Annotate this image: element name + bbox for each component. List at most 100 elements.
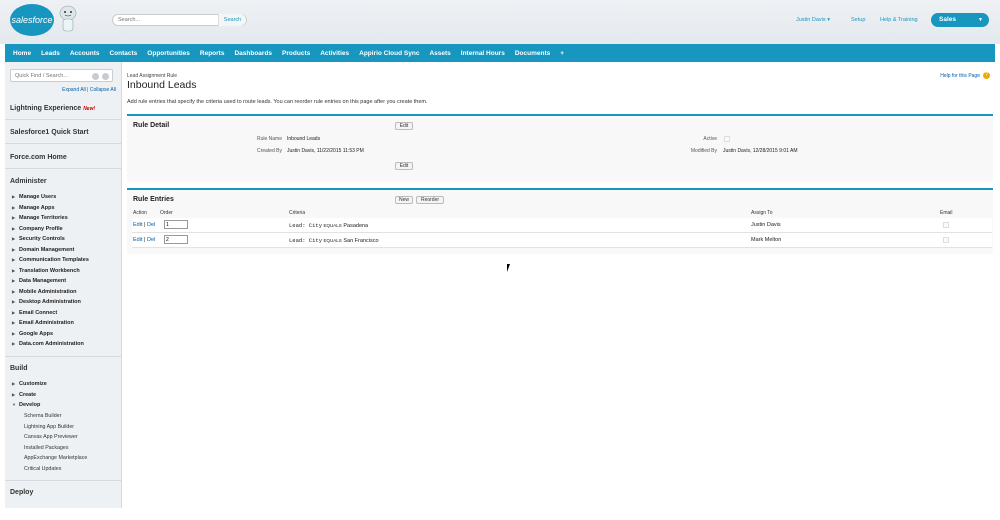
help-icon: ? (983, 72, 990, 79)
setup-link[interactable]: Setup (851, 17, 865, 23)
sidebar-item-customize[interactable]: ▶ Customize (12, 381, 47, 387)
created-by-user-link[interactable]: Justin Davis (287, 148, 314, 154)
tab-add-icon[interactable]: + (555, 50, 569, 57)
lightning-label: Lightning Experience (10, 105, 82, 112)
sidebar-item-label: Translation Workbench (19, 267, 80, 274)
divider (5, 480, 122, 481)
tab-assets[interactable]: Assets (424, 50, 455, 57)
sidebar-item-label: Company Profile (19, 225, 63, 232)
salesforce-logo[interactable]: salesforce (10, 4, 54, 36)
user-menu[interactable]: Justin Davis ▾ (796, 17, 830, 23)
app-name: Sales (939, 16, 956, 23)
modified-by-value: Justin Davis, 12/28/2015 9:01 AM (723, 148, 798, 154)
tab-products[interactable]: Products (277, 50, 315, 57)
expand-triangle-icon: ▶ (12, 246, 16, 252)
search-icon (92, 72, 99, 80)
sidebar-item-label: Security Controls (19, 236, 65, 242)
tab-reports[interactable]: Reports (195, 50, 230, 57)
tab-dashboards[interactable]: Dashboards (229, 50, 277, 57)
chevron-down-icon: ▾ (827, 17, 830, 23)
sidebar-subitem-schema-builder[interactable]: Schema Builder (24, 413, 61, 419)
deploy-heading[interactable]: Deploy (10, 489, 33, 496)
criteria-operator: EQUALS (323, 223, 342, 228)
tab-home[interactable]: Home (8, 50, 36, 57)
edit-link[interactable]: Edit (133, 222, 142, 228)
sidebar-item-manage-users[interactable]: ▶ Manage Users (12, 194, 56, 200)
sidebar-item-develop[interactable]: ▼ Develop (12, 402, 40, 408)
edit-button-bottom[interactable]: Edit (395, 162, 413, 170)
tab-bar: Home Leads Accounts Contacts Opportuniti… (5, 44, 995, 62)
edit-button[interactable]: Edit (395, 122, 413, 130)
expand-all-link[interactable]: Expand All (62, 87, 86, 93)
sidebar-subitem-installed-packages[interactable]: Installed Packages (24, 445, 68, 451)
created-by-label: Created By (256, 148, 282, 154)
sidebar-item-manage-territories[interactable]: ▶ Manage Territories (12, 215, 68, 221)
order-input[interactable] (164, 220, 188, 229)
salesforce1-quickstart-link[interactable]: Salesforce1 Quick Start (10, 129, 89, 136)
help-for-page[interactable]: Help for this Page? (940, 72, 990, 79)
sidebar-item-label: Email Connect (19, 309, 58, 316)
sidebar-item-label: Data.com Administration (19, 341, 84, 347)
global-search: Search (112, 14, 247, 26)
sidebar-item-data-com-administration[interactable]: ▶ Data.com Administration (12, 341, 84, 347)
table-row: Edit | Del Lead: City EQUALS San Francisc… (132, 233, 992, 248)
tab-leads[interactable]: Leads (36, 50, 65, 57)
assign-to-link[interactable]: Mark Melton (751, 237, 781, 243)
mouse-cursor-icon (507, 264, 513, 272)
sidebar-item-label: Customize (19, 381, 47, 387)
sidebar-item-desktop-administration[interactable]: ▶ Desktop Administration (12, 299, 81, 305)
sidebar-item-email-administration[interactable]: ▶ Email Administration (12, 320, 74, 326)
collapse-all-link[interactable]: Collapse All (90, 87, 116, 93)
sidebar-item-translation-workbench[interactable]: ▶ Translation Workbench (12, 268, 80, 274)
criteria-field: Lead: City (289, 222, 323, 229)
sidebar-item-domain-management[interactable]: ▶ Domain Management (12, 247, 74, 253)
sidebar-item-communication-templates[interactable]: ▶ Communication Templates (12, 257, 89, 263)
clear-icon[interactable] (102, 72, 109, 80)
help-training-link[interactable]: Help & Training (880, 17, 918, 23)
sidebar-item-security-controls[interactable]: ▶ Security Controls (12, 236, 65, 242)
del-link[interactable]: Del (147, 237, 155, 243)
sidebar-subitem-appexchange-marketplace[interactable]: AppExchange Marketplace (24, 455, 87, 461)
tab-documents[interactable]: Documents (510, 50, 555, 57)
column-header-order: Order (160, 210, 173, 216)
modified-by-user-link[interactable]: Justin Davis (723, 148, 750, 154)
column-header-criteria: Criteria (289, 210, 306, 216)
tab-internal-hours[interactable]: Internal Hours (456, 50, 510, 57)
sidebar-item-mobile-administration[interactable]: ▶ Mobile Administration (12, 289, 77, 295)
expand-triangle-icon: ▶ (12, 225, 16, 231)
assign-to-link[interactable]: Justin Davis (751, 222, 781, 228)
divider (5, 119, 122, 120)
new-badge: New! (83, 106, 96, 112)
help-link-label: Help for this Page (940, 72, 980, 79)
sidebar-item-create[interactable]: ▶ Create (12, 392, 36, 398)
forcecom-home-link[interactable]: Force.com Home (10, 154, 67, 161)
sidebar-subitem-lightning-app-builder[interactable]: Lightning App Builder (24, 424, 74, 430)
new-button[interactable]: New (395, 196, 413, 204)
sidebar-item-manage-apps[interactable]: ▶ Manage Apps (12, 205, 55, 211)
sidebar-item-label: Develop (19, 402, 41, 408)
rule-entries-heading: Rule Entries (133, 196, 174, 203)
sidebar-item-email-connect[interactable]: ▶ Email Connect (12, 310, 57, 316)
order-input[interactable] (164, 235, 188, 244)
search-button[interactable]: Search (218, 14, 246, 26)
quick-find-input[interactable] (15, 73, 90, 79)
del-link[interactable]: Del (147, 222, 155, 228)
sidebar-item-google-apps[interactable]: ▶ Google Apps (12, 331, 53, 337)
tab-appirio-cloud-sync[interactable]: Appirio Cloud Sync (354, 50, 424, 57)
search-input[interactable] (118, 17, 218, 23)
sidebar-subitem-critical-updates[interactable]: Critical Updates (24, 466, 61, 472)
lightning-experience-link[interactable]: Lightning Experience New! (10, 105, 95, 112)
tab-opportunities[interactable]: Opportunities (142, 50, 195, 57)
tab-contacts[interactable]: Contacts (104, 50, 142, 57)
edit-link[interactable]: Edit (133, 237, 142, 243)
tab-activities[interactable]: Activities (315, 50, 354, 57)
modified-by-date: , 12/28/2015 9:01 AM (749, 148, 798, 154)
sidebar-item-label: Domain Management (19, 246, 75, 253)
sidebar-item-company-profile[interactable]: ▶ Company Profile (12, 226, 63, 232)
app-switcher[interactable]: Sales ▼ (931, 13, 989, 27)
tab-accounts[interactable]: Accounts (65, 50, 105, 57)
sidebar-subitem-canvas-app-previewer[interactable]: Canvas App Previewer (24, 434, 78, 440)
sidebar-item-data-management[interactable]: ▶ Data Management (12, 278, 66, 284)
reorder-button[interactable]: Reorder (416, 196, 444, 204)
criteria-cell: Lead: City EQUALS San Francisco (289, 237, 379, 244)
